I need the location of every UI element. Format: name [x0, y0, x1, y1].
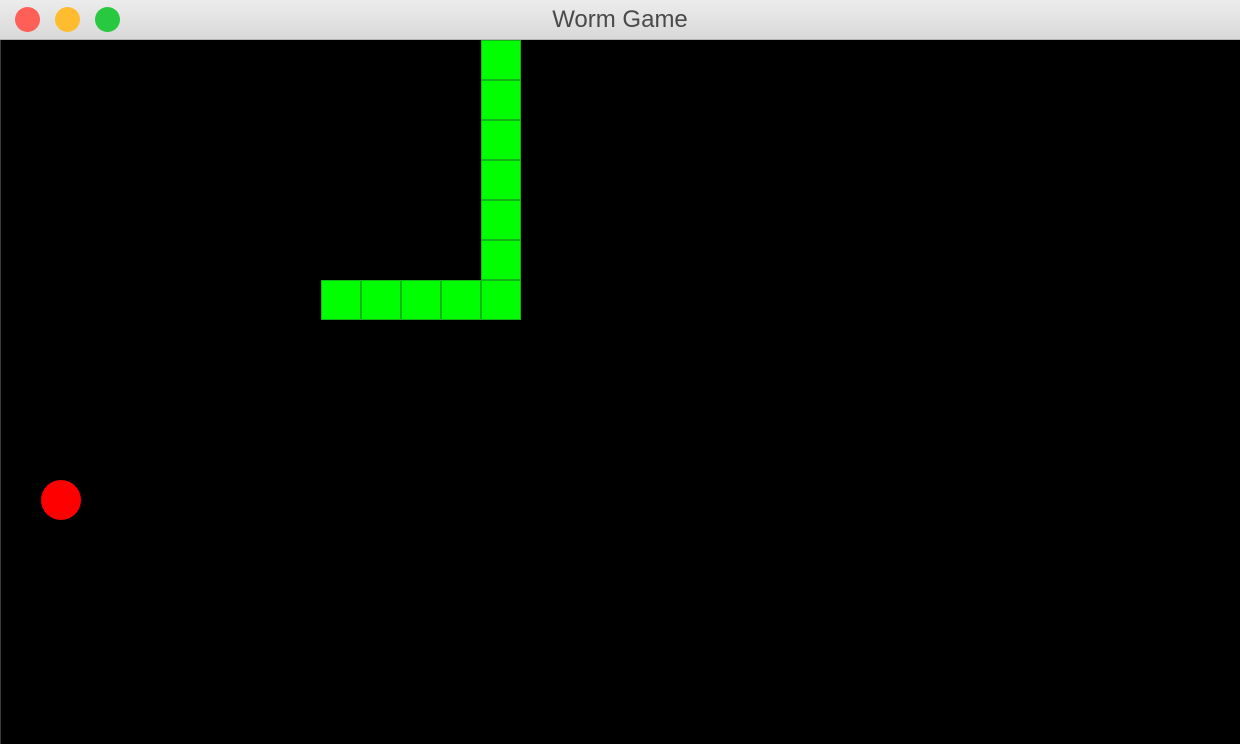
worm-segment — [441, 280, 481, 320]
worm-segment — [481, 160, 521, 200]
worm-segment — [481, 200, 521, 240]
game-window: Worm Game — [0, 0, 1240, 744]
window-title: Worm Game — [552, 6, 688, 33]
worm-segment — [401, 280, 441, 320]
worm-segment — [361, 280, 401, 320]
worm-segment — [481, 80, 521, 120]
worm-segment — [481, 240, 521, 280]
worm-segment — [481, 280, 521, 320]
game-board[interactable] — [0, 40, 1240, 744]
worm-head-segment — [481, 40, 521, 80]
apple — [41, 480, 81, 520]
worm-segment — [481, 120, 521, 160]
worm-segment — [321, 280, 361, 320]
title-bar[interactable]: Worm Game — [0, 0, 1240, 40]
